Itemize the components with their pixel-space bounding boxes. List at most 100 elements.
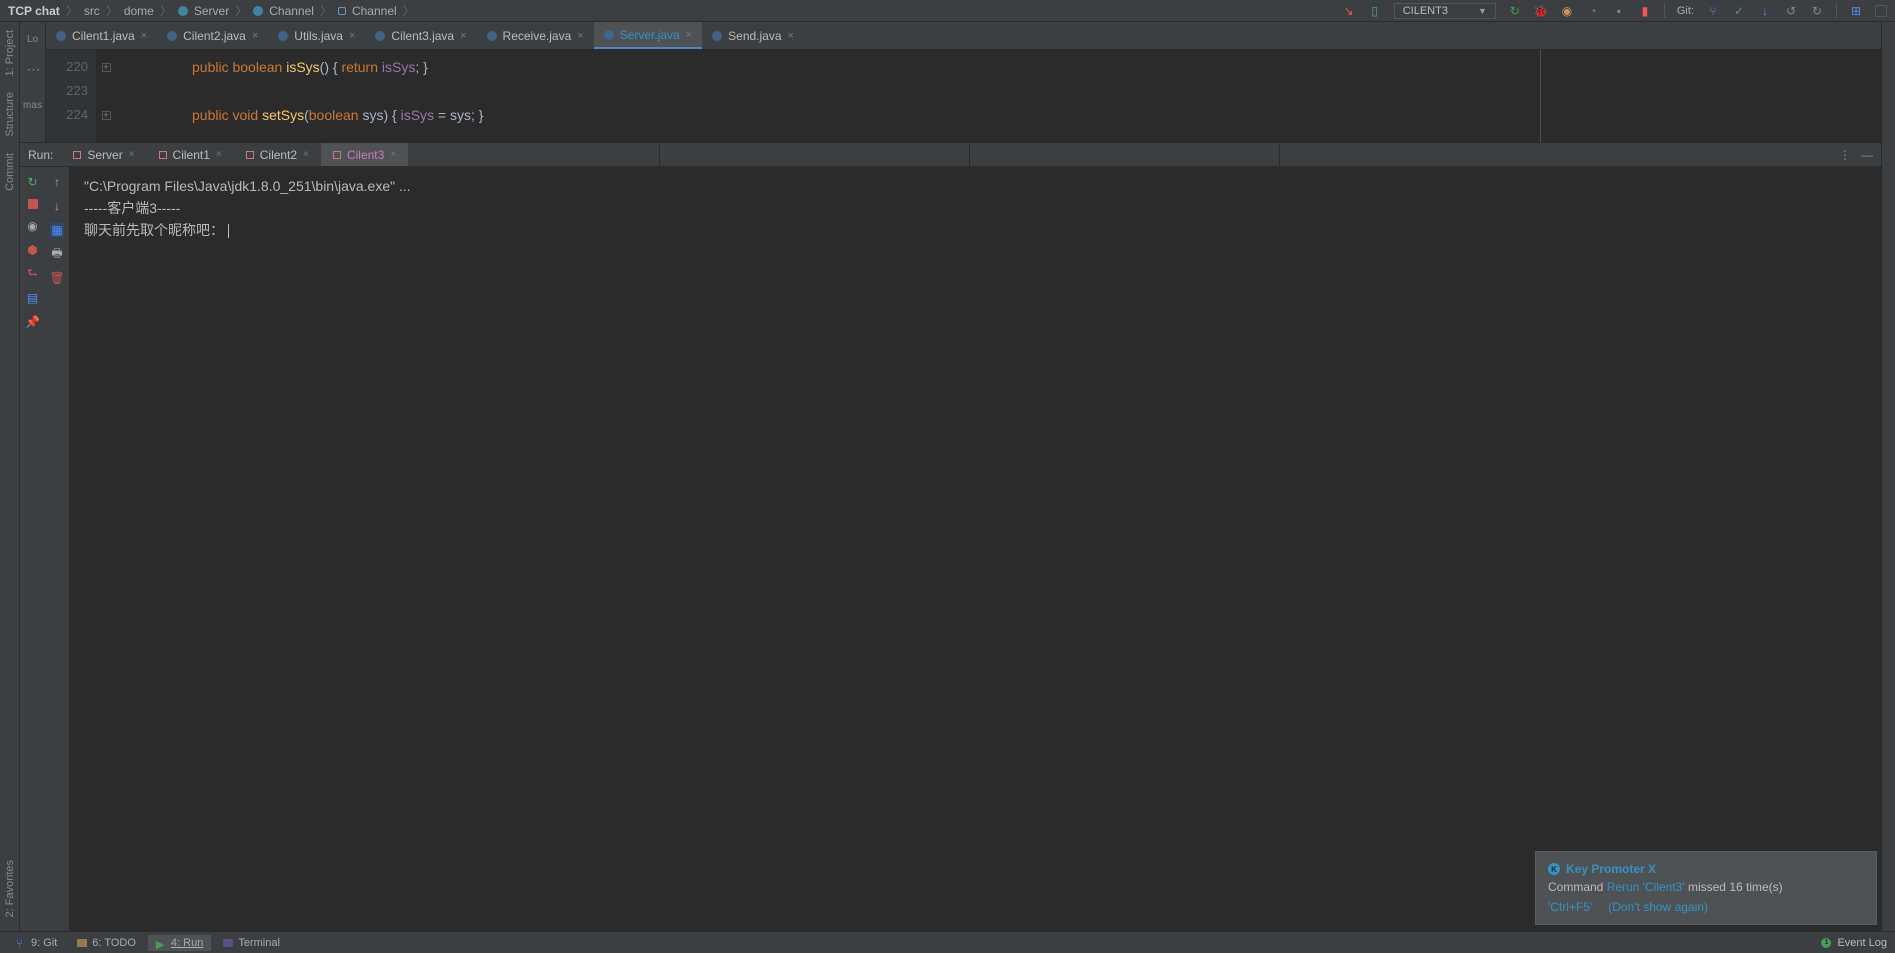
close-icon[interactable]: × [141, 30, 147, 42]
dump-threads-button[interactable]: ◉ [26, 219, 40, 233]
fold-icon[interactable]: + [102, 63, 111, 72]
close-icon[interactable]: × [686, 29, 692, 41]
todo-tool-button[interactable]: 6: TODO [69, 935, 144, 951]
clear-button[interactable]: 🗑 [50, 271, 64, 285]
breadcrumb[interactable]: TCP chat 〉 src 〉 dome 〉 Server 〉 Channel… [8, 2, 417, 19]
attach-button[interactable]: ⬢ [26, 243, 40, 257]
run-console[interactable]: "C:\Program Files\Java\jdk1.8.0_251\bin\… [70, 167, 1881, 931]
breadcrumb-project[interactable]: TCP chat [8, 4, 60, 18]
print-button[interactable]: 🖶 [50, 247, 64, 261]
chevron-right-icon: 〉 [160, 2, 172, 19]
search-icon[interactable] [1875, 5, 1887, 17]
profile-icon[interactable]: ◔ [1586, 4, 1600, 18]
close-icon[interactable]: × [349, 30, 355, 42]
project-panel-collapsed: Lo ⋯ mas [20, 22, 46, 142]
scroll-up-button[interactable]: ↑ [50, 175, 64, 189]
run-tab[interactable]: Server× [61, 143, 146, 166]
editor-tab[interactable]: Receive.java× [477, 22, 594, 49]
chevron-down-icon: ▼ [1478, 6, 1487, 16]
breadcrumb-item[interactable]: Channel [352, 4, 397, 18]
close-icon[interactable]: × [577, 30, 583, 42]
git-update-icon[interactable]: ↓ [1758, 4, 1772, 18]
more-icon[interactable]: ⋯ [27, 61, 39, 78]
run-tab[interactable]: Cilent3× [321, 143, 408, 166]
layout-button[interactable]: ▤ [26, 291, 40, 305]
event-log-badge-icon: 1 [1821, 938, 1831, 948]
close-icon[interactable]: × [216, 149, 222, 160]
notification-dismiss-link[interactable]: (Don't show again) [1608, 900, 1708, 914]
more-icon[interactable]: ⋮ [1839, 148, 1851, 162]
notification-action-link[interactable]: Rerun 'Cilent3' [1607, 880, 1685, 894]
keyword: return [341, 59, 378, 75]
terminal-tool-button[interactable]: Terminal [215, 935, 288, 951]
keyword: void [232, 107, 258, 123]
run-config-selector[interactable]: CILENT3 ▼ [1394, 3, 1496, 19]
fold-icon[interactable]: + [102, 111, 111, 120]
java-class-icon [712, 31, 722, 41]
run-tool-button[interactable]: ▶4: Run [148, 935, 211, 951]
close-icon[interactable]: × [129, 149, 135, 160]
git-branch-icon[interactable]: ⑂ [1706, 4, 1720, 18]
debug-icon[interactable]: 🐞 [1534, 4, 1548, 18]
arrow-icon[interactable]: ↘ [1342, 4, 1356, 18]
commit-tool-button[interactable]: Commit [4, 145, 16, 199]
editor-tab[interactable]: Cilent3.java× [365, 22, 476, 49]
notification-shortcut: 'Ctrl+F5' [1548, 900, 1592, 914]
editor-tab[interactable]: Utils.java× [268, 22, 365, 49]
structure-tool-button[interactable]: Structure [4, 84, 16, 145]
java-class-icon [278, 31, 288, 41]
windows-icon[interactable]: ⊞ [1849, 4, 1863, 18]
soft-wrap-button[interactable]: ▦ [50, 223, 64, 237]
git-history-icon[interactable]: ↺ [1784, 4, 1798, 18]
editor-tab[interactable]: Server.java × [594, 22, 702, 49]
editor-tab[interactable]: Cilent2.java × [157, 22, 268, 49]
close-icon[interactable]: × [303, 149, 309, 160]
tab-label: Server.java [620, 28, 680, 42]
close-icon[interactable]: × [460, 30, 466, 42]
run-config-icon [159, 151, 167, 159]
text-cursor [228, 224, 229, 238]
status-bar: ⑂9: Git 6: TODO ▶4: Run Terminal 1 Event… [0, 931, 1895, 953]
stop-icon[interactable]: ▮ [1638, 4, 1652, 18]
close-icon[interactable]: × [788, 30, 794, 42]
build-icon[interactable]: ▯ [1368, 4, 1382, 18]
editor-tab[interactable]: Send.java× [702, 22, 804, 49]
keyword: public [192, 107, 229, 123]
console-line: -----客户端3----- [84, 197, 1867, 219]
java-class-icon [167, 31, 177, 41]
line-number-gutter: 220 223 224 [46, 50, 96, 142]
git-commit-icon[interactable]: ✓ [1732, 4, 1746, 18]
breadcrumb-item[interactable]: Server [194, 4, 229, 18]
favorites-tool-button[interactable]: 2: Favorites [4, 852, 16, 925]
dash-icon[interactable]: ▪ [1612, 4, 1626, 18]
coverage-icon[interactable]: ◉ [1560, 4, 1574, 18]
tab-label: Cilent2.java [183, 29, 246, 43]
code-text: ; } [415, 59, 427, 75]
left-tool-strip: 1: Project Structure Commit 2: Favorites [0, 22, 20, 931]
run-tab[interactable]: Cilent2× [234, 143, 321, 166]
rerun-button[interactable]: ↻ [26, 175, 40, 189]
event-log-button[interactable]: Event Log [1837, 937, 1887, 949]
code-text: () { [320, 59, 342, 75]
exit-button[interactable]: ⮑ [26, 267, 40, 281]
minimize-icon[interactable]: — [1861, 148, 1873, 162]
rerun-icon[interactable]: ↻ [1508, 4, 1522, 18]
code-editor[interactable]: 220 223 224 + + public boolean isSys() {… [46, 50, 1881, 142]
breadcrumb-item[interactable]: dome [124, 4, 154, 18]
breadcrumb-item[interactable]: src [84, 4, 100, 18]
close-icon[interactable]: × [390, 149, 396, 160]
variable: sys [359, 107, 384, 123]
pin-button[interactable]: 📌 [26, 315, 40, 329]
editor-tab[interactable]: Cilent1.java× [46, 22, 157, 49]
breadcrumb-item[interactable]: Channel [269, 4, 314, 18]
run-tab[interactable]: Cilent1× [147, 143, 234, 166]
stop-button[interactable] [28, 199, 38, 209]
run-actions-secondary: ↑ ↓ ▦ 🖶 🗑 [45, 167, 70, 931]
project-tool-button[interactable]: 1: Project [4, 22, 16, 84]
git-revert-icon[interactable]: ↻ [1810, 4, 1824, 18]
editor-split-divider[interactable] [1540, 50, 1541, 142]
code-content[interactable]: public boolean isSys() { return isSys; }… [116, 50, 1881, 142]
close-icon[interactable]: × [252, 30, 258, 42]
scroll-down-button[interactable]: ↓ [50, 199, 64, 213]
git-tool-button[interactable]: ⑂9: Git [8, 935, 65, 951]
